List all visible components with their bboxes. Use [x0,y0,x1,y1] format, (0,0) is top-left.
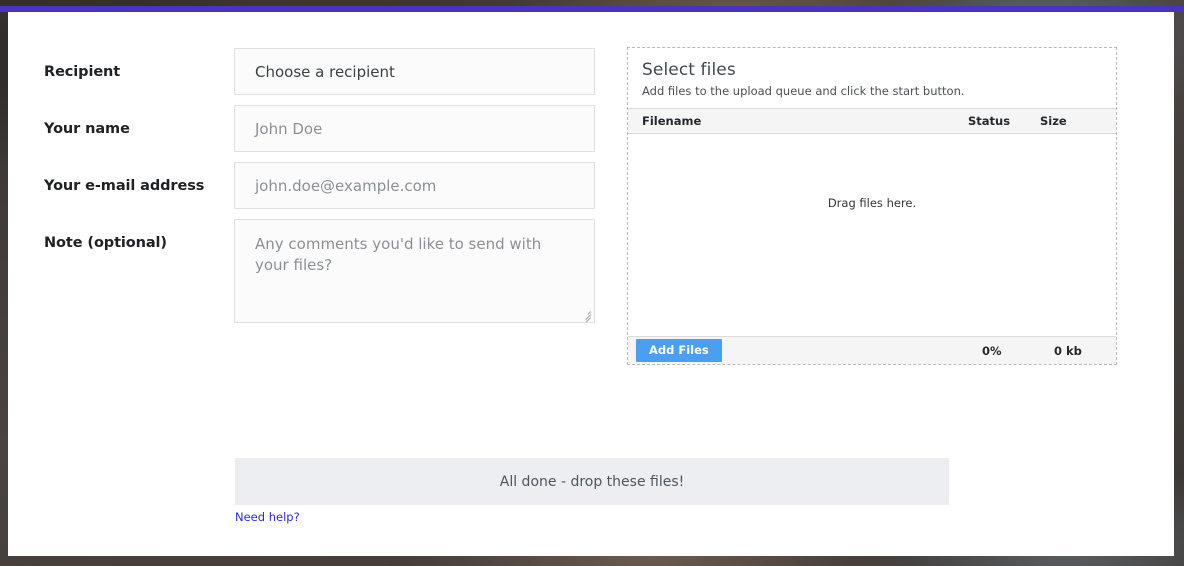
note-placeholder-text: Any comments you'd like to send with you… [255,235,542,275]
form-row-email: Your e-mail address john.doe@example.com [44,162,604,209]
label-note: Note (optional) [44,235,167,251]
upload-panel-header: Select files Add files to the upload que… [628,48,1116,108]
upload-total-size: 0 kb [1054,343,1082,358]
recipient-form: Recipient Choose a recipient Your name J… [44,48,604,333]
column-header-size: Size [1040,114,1067,128]
label-email: Your e-mail address [44,178,205,194]
file-upload-panel: Select files Add files to the upload que… [627,47,1117,365]
upload-panel-title: Select files [642,60,736,80]
upload-page: Recipient Choose a recipient Your name J… [8,12,1174,556]
accent-top-bar [0,6,1184,12]
need-help-link[interactable]: Need help? [235,510,300,524]
label-your-name: Your name [44,121,130,137]
global-dropzone-banner[interactable]: All done - drop these files! [235,458,949,505]
column-header-filename: Filename [642,114,702,128]
upload-progress-percent: 0% [982,343,1002,358]
resize-grip-icon[interactable] [580,308,591,322]
your-name-input[interactable]: John Doe [234,105,595,152]
email-input[interactable]: john.doe@example.com [234,162,595,209]
drag-files-message: Drag files here. [827,196,917,210]
upload-table-header: Filename Status Size [628,108,1116,134]
recipient-select[interactable]: Choose a recipient [234,48,595,95]
upload-queue-dropzone[interactable]: Drag files here. [628,134,1116,336]
upload-panel-footer: Add Files 0% 0 kb [628,336,1116,364]
upload-panel-subtitle: Add files to the upload queue and click … [642,84,965,98]
global-dropzone-message: All done - drop these files! [499,473,685,490]
form-row-recipient: Recipient Choose a recipient [44,48,604,95]
form-row-note: Note (optional) Any comments you'd like … [44,219,604,323]
column-header-status: Status [968,114,1011,128]
note-textarea[interactable]: Any comments you'd like to send with you… [234,219,595,323]
label-recipient: Recipient [44,64,121,80]
add-files-button[interactable]: Add Files [636,339,722,362]
form-row-your-name: Your name John Doe [44,105,604,152]
